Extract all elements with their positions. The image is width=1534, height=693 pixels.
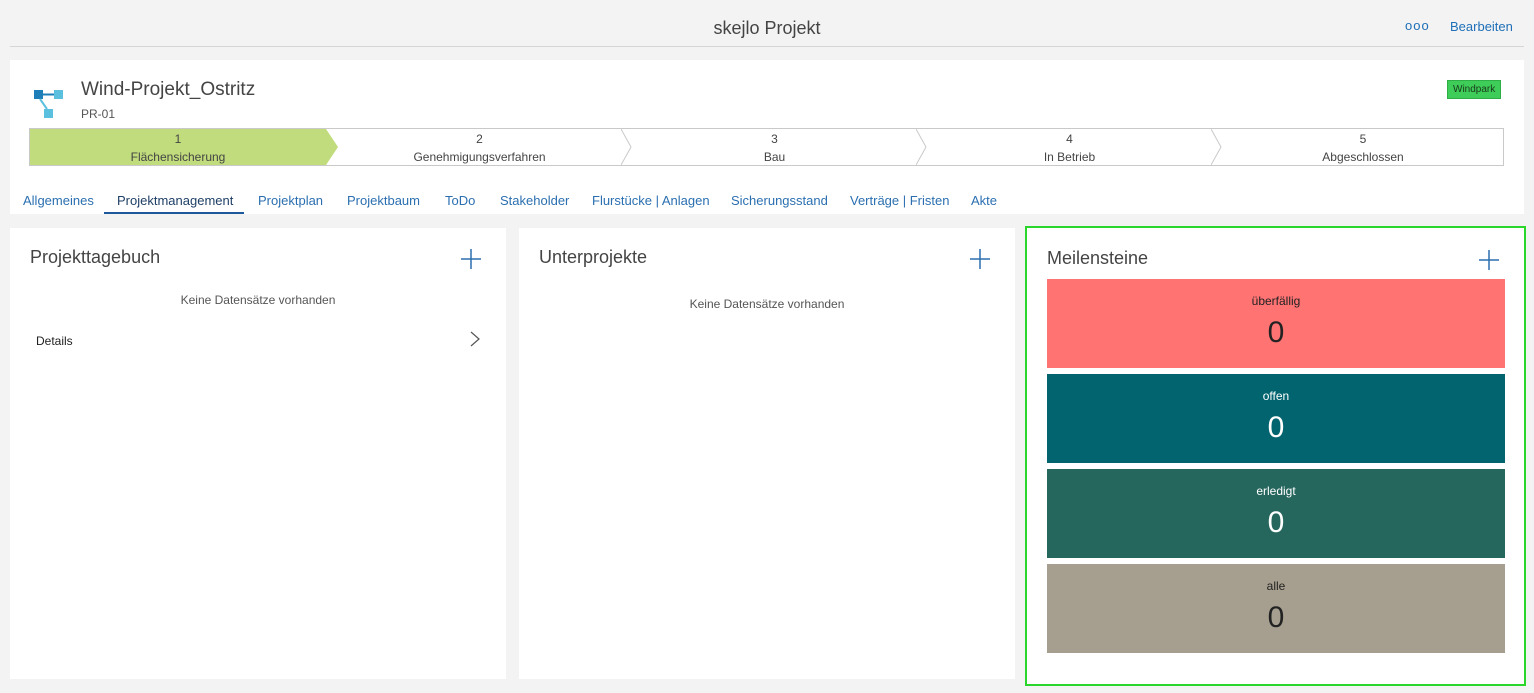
- milestone-tile-open[interactable]: offen 0: [1047, 374, 1505, 463]
- tile-label: offen: [1262, 389, 1290, 403]
- tab-stakeholder[interactable]: Stakeholder: [500, 193, 569, 208]
- details-row[interactable]: Details: [36, 329, 480, 353]
- phase-separator: [621, 129, 632, 165]
- phase-number: 4: [1066, 132, 1073, 146]
- tab-akte[interactable]: Akte: [971, 193, 997, 208]
- add-icon[interactable]: [460, 248, 482, 270]
- tile-count: 0: [1267, 316, 1285, 349]
- phase-number: 1: [174, 132, 182, 146]
- tab-todo[interactable]: ToDo: [445, 193, 475, 208]
- phase-label: Bau: [763, 150, 786, 164]
- phase-number: 3: [771, 132, 778, 146]
- tile-label: erledigt: [1256, 484, 1296, 498]
- tile-count: 0: [1267, 411, 1285, 444]
- page-title: skejlo Projekt: [713, 18, 821, 38]
- tab-vertraege-fristen[interactable]: Verträge | Fristen: [850, 193, 949, 208]
- add-icon[interactable]: [1478, 249, 1500, 271]
- phase-separator: [1211, 129, 1222, 165]
- edit-button[interactable]: Bearbeiten: [1450, 19, 1513, 34]
- empty-state-text: Keine Datensätze vorhanden: [689, 297, 845, 311]
- tab-bar: Allgemeines Projektmanagement Projektpla…: [10, 188, 1524, 214]
- projekttagebuch-card: Projekttagebuch Keine Datensätze vorhand…: [10, 228, 506, 679]
- empty-state-text: Keine Datensätze vorhanden: [180, 293, 336, 307]
- chevron-right-icon: [470, 331, 480, 347]
- project-structure-icon: [34, 90, 63, 118]
- phase-arrow-active: [326, 129, 338, 165]
- phase-number: 5: [1359, 132, 1367, 146]
- project-name: Wind-Projekt_Ostritz: [81, 79, 256, 100]
- active-tab-indicator: [104, 212, 244, 214]
- project-header: Wind-Projekt_Ostritz PR-01 Windpark 1 Fl…: [10, 60, 1524, 214]
- card-title: Projekttagebuch: [30, 247, 161, 267]
- milestone-tile-overdue[interactable]: überfällig 0: [1047, 279, 1505, 368]
- phase-step-2[interactable]: 2 Genehmigungsverfahren: [338, 129, 621, 165]
- more-options-button[interactable]: ooo: [1405, 18, 1430, 33]
- tab-allgemeines[interactable]: Allgemeines: [23, 193, 94, 208]
- milestone-tile-all[interactable]: alle 0: [1047, 564, 1505, 653]
- phase-label: In Betrieb: [1043, 150, 1096, 164]
- card-title: Meilensteine: [1047, 248, 1149, 268]
- tab-projektmanagement[interactable]: Projektmanagement: [117, 193, 233, 208]
- project-code: PR-01: [81, 107, 116, 121]
- tab-projektplan[interactable]: Projektplan: [258, 193, 323, 208]
- card-title: Unterprojekte: [539, 247, 648, 267]
- phase-progress-bar: 1 Flächensicherung 2 Genehmigungsverfahr…: [29, 128, 1504, 166]
- phase-step-4[interactable]: 4 In Betrieb: [928, 129, 1211, 165]
- phase-label: Genehmigungsverfahren: [413, 150, 546, 164]
- phase-step-1[interactable]: 1 Flächensicherung: [30, 129, 326, 165]
- phase-label: Flächensicherung: [130, 150, 226, 164]
- phase-separator: [916, 129, 927, 165]
- tab-projektbaum[interactable]: Projektbaum: [347, 193, 420, 208]
- tab-flurstuecke-anlagen[interactable]: Flurstücke | Anlagen: [592, 193, 710, 208]
- phase-step-3[interactable]: 3 Bau: [633, 129, 916, 165]
- milestone-tile-done[interactable]: erledigt 0: [1047, 469, 1505, 558]
- meilensteine-card: Meilensteine überfällig 0 offen 0 erledi…: [1025, 226, 1526, 686]
- tab-sicherungsstand[interactable]: Sicherungsstand: [731, 193, 828, 208]
- phase-step-5[interactable]: 5 Abgeschlossen: [1223, 129, 1503, 165]
- details-label: Details: [36, 334, 73, 348]
- add-icon[interactable]: [969, 248, 991, 270]
- top-bar: skejlo Projekt ooo Bearbeiten: [10, 0, 1524, 47]
- tile-label: alle: [1266, 579, 1286, 593]
- phase-label: Abgeschlossen: [1322, 150, 1404, 164]
- unterprojekte-card: Unterprojekte Keine Datensätze vorhanden: [519, 228, 1015, 679]
- phase-number: 2: [476, 132, 483, 146]
- tile-count: 0: [1267, 601, 1285, 634]
- tile-label: überfällig: [1251, 294, 1301, 308]
- project-type-badge: Windpark: [1447, 80, 1502, 99]
- tile-count: 0: [1267, 506, 1285, 539]
